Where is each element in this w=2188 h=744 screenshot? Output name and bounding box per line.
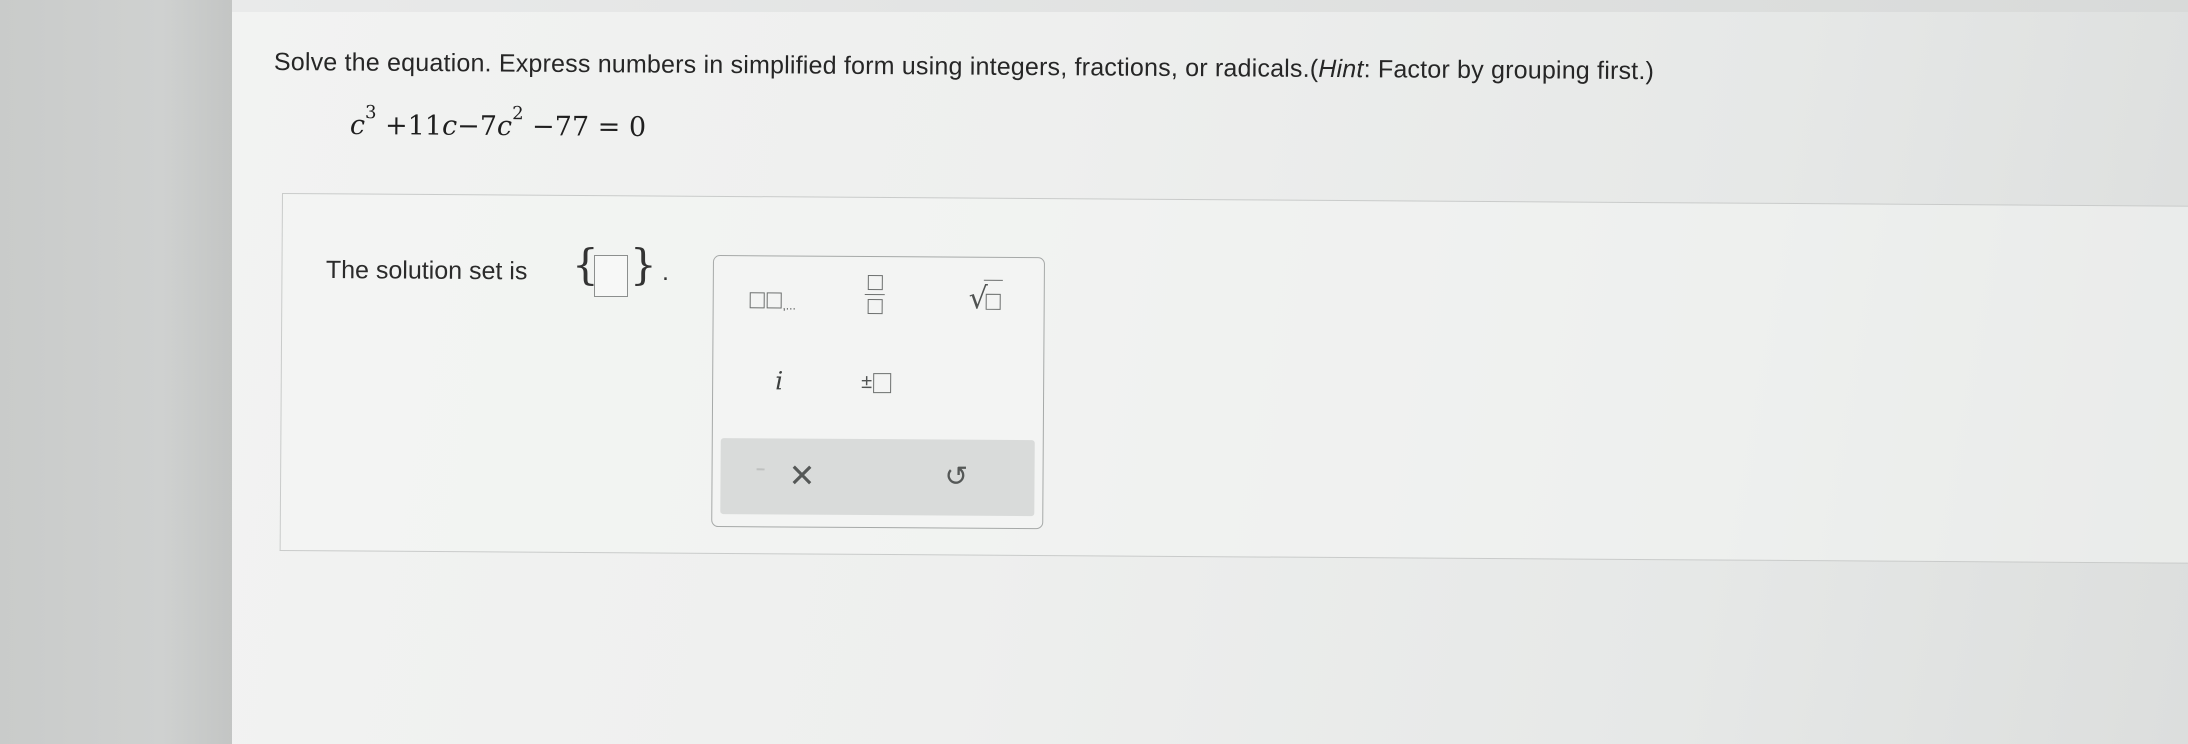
math-palette: ,... √ i ± ✕ ↺ [711,255,1045,530]
solution-set-label: The solution set is [325,256,528,286]
instructions-prefix: Solve the equation. Express numbers in s… [273,48,1319,83]
sqrt-box-icon [985,293,1001,310]
equation-term4: −77 = 0 [523,111,647,143]
undo-icon[interactable]: ↺ [944,460,968,493]
equation-term3-var: c [496,110,513,143]
plus-minus-box-icon [873,372,892,393]
plus-minus-button[interactable]: ± [849,371,903,403]
list-template-button[interactable]: ,... [740,286,806,316]
fraction-denominator-icon [867,299,883,315]
equation-term2: +11 [376,110,443,142]
fraction-bar-icon [864,294,885,296]
palette-footer: ✕ ↺ [720,438,1035,517]
hint-label: Hint [1318,54,1364,84]
equation-term2-var: c [441,110,458,142]
list-dots: ,... [782,298,796,313]
close-brace: } [630,240,657,289]
equation-term3-exp: 2 [512,103,524,125]
answer-panel [279,193,2188,564]
sqrt-radicand [983,279,1003,318]
equation-term3: −7 [457,110,498,142]
answer-period: . [662,258,669,286]
background-left-margin [0,0,232,744]
square-root-button[interactable]: √ [958,279,1014,320]
equation-term1-exp: 3 [365,102,377,124]
imaginary-unit-button[interactable]: i [759,366,799,402]
clear-icon[interactable]: ✕ [788,457,815,495]
equation: c3 +11c−7c2 −77 = 0 [349,102,647,143]
top-strip [232,0,2188,12]
solution-input-box[interactable] [594,255,628,297]
list-box-icon [766,292,782,309]
plus-minus-icon: ± [861,370,873,394]
fraction-button[interactable] [860,275,890,325]
instructions-suffix: : Factor by grouping first.) [1363,55,1655,86]
equation-term1-var: c [349,109,366,142]
fraction-numerator-icon [867,275,883,291]
list-box-icon [749,292,765,309]
faint-dash [756,468,765,471]
